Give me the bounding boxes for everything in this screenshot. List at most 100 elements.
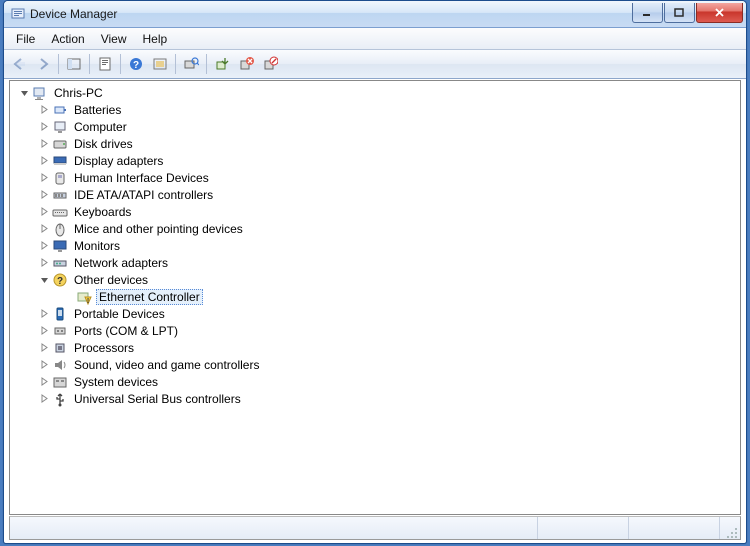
system-icon <box>52 374 68 390</box>
tree-item-label: Processors <box>72 341 136 355</box>
maximize-button[interactable] <box>664 3 695 23</box>
tree-category[interactable]: ?Other devices <box>14 271 736 288</box>
tree-category[interactable]: Monitors <box>14 237 736 254</box>
expand-icon[interactable] <box>38 171 51 184</box>
resize-grip-icon[interactable] <box>720 515 740 541</box>
device-tree-pane[interactable]: Chris-PCBatteries Computer Disk drives Disp… <box>9 80 741 515</box>
window-buttons <box>632 3 746 23</box>
forward-button[interactable] <box>32 53 54 75</box>
tree-category[interactable]: Mice and other pointing devices <box>14 220 736 237</box>
help-button[interactable]: ? <box>125 53 147 75</box>
menu-help[interactable]: Help <box>135 30 176 48</box>
tree-item-label: Computer <box>72 120 129 134</box>
toolbar-separator <box>206 54 207 74</box>
tree-category[interactable]: Human Interface Devices <box>14 169 736 186</box>
disk-icon <box>52 136 68 152</box>
tree-item-label: Ports (COM & LPT) <box>72 324 180 338</box>
expand-icon[interactable] <box>38 341 51 354</box>
hid-icon <box>52 170 68 186</box>
tree-category[interactable]: Portable Devices <box>14 305 736 322</box>
titlebar[interactable]: Device Manager <box>4 1 746 28</box>
tree-item-label: Disk drives <box>72 137 135 151</box>
mouse-icon <box>52 221 68 237</box>
window-title: Device Manager <box>30 7 117 21</box>
action-button[interactable] <box>149 53 171 75</box>
tree-category[interactable]: Disk drives <box>14 135 736 152</box>
tree-category[interactable]: Universal Serial Bus controllers <box>14 390 736 407</box>
expand-icon[interactable] <box>38 375 51 388</box>
status-pane <box>10 517 538 539</box>
tree-item-label: System devices <box>72 375 160 389</box>
tree-item-label: Portable Devices <box>72 307 167 321</box>
expand-icon[interactable] <box>38 137 51 150</box>
properties-button[interactable] <box>94 53 116 75</box>
expand-icon[interactable] <box>38 358 51 371</box>
close-button[interactable] <box>696 3 743 23</box>
tree-category[interactable]: Processors <box>14 339 736 356</box>
menu-file[interactable]: File <box>8 30 43 48</box>
cpu-icon <box>52 340 68 356</box>
tree-item-label: Mice and other pointing devices <box>72 222 245 236</box>
status-pane <box>538 517 629 539</box>
expand-icon[interactable] <box>38 120 51 133</box>
expand-icon[interactable] <box>38 188 51 201</box>
unknown-device-icon: ? <box>52 272 68 288</box>
tree-item-label: Universal Serial Bus controllers <box>72 392 243 406</box>
expand-icon[interactable] <box>38 307 51 320</box>
expand-icon[interactable] <box>38 324 51 337</box>
tree-category[interactable]: Display adapters <box>14 152 736 169</box>
statusbar <box>9 516 741 540</box>
portable-icon <box>52 306 68 322</box>
menubar: File Action View Help <box>4 28 746 50</box>
tree-category[interactable]: System devices <box>14 373 736 390</box>
svg-text:!: ! <box>87 298 89 305</box>
back-button[interactable] <box>8 53 30 75</box>
expand-icon[interactable] <box>38 103 51 116</box>
network-icon <box>52 255 68 271</box>
tree-device[interactable]: ! Ethernet Controller <box>14 288 736 305</box>
tree-item-label: Monitors <box>72 239 122 253</box>
port-icon <box>52 323 68 339</box>
display-icon <box>52 153 68 169</box>
warning-device-icon: ! <box>76 289 92 305</box>
uninstall-button[interactable] <box>235 53 257 75</box>
tree-item-label: Network adapters <box>72 256 170 270</box>
tree-category[interactable]: Network adapters <box>14 254 736 271</box>
collapse-icon[interactable] <box>38 273 51 286</box>
tree-root[interactable]: Chris-PC <box>14 84 736 101</box>
expand-icon[interactable] <box>38 205 51 218</box>
expand-icon[interactable] <box>38 392 51 405</box>
status-pane <box>629 517 720 539</box>
toolbar-separator <box>58 54 59 74</box>
collapse-icon[interactable] <box>18 86 31 99</box>
tree-category[interactable]: Sound, video and game controllers <box>14 356 736 373</box>
tree-item-label: IDE ATA/ATAPI controllers <box>72 188 215 202</box>
minimize-button[interactable] <box>632 3 663 23</box>
tree-category[interactable]: Batteries <box>14 101 736 118</box>
computer-icon <box>32 85 48 101</box>
menu-view[interactable]: View <box>93 30 135 48</box>
tree-item-label: Display adapters <box>72 154 165 168</box>
scan-hardware-button[interactable] <box>180 53 202 75</box>
tree-category[interactable]: Keyboards <box>14 203 736 220</box>
expand-icon[interactable] <box>38 222 51 235</box>
svg-text:?: ? <box>133 60 139 71</box>
tree-item-label: Keyboards <box>72 205 133 219</box>
toolbar-separator <box>175 54 176 74</box>
tree-category[interactable]: Ports (COM & LPT) <box>14 322 736 339</box>
svg-text:?: ? <box>57 276 63 287</box>
tree-item-label: Sound, video and game controllers <box>72 358 261 372</box>
tree-item-label: Ethernet Controller <box>96 289 203 305</box>
update-driver-button[interactable] <box>211 53 233 75</box>
show-hide-tree-button[interactable] <box>63 53 85 75</box>
tree-item-label: Chris-PC <box>52 86 105 100</box>
disable-button[interactable] <box>259 53 281 75</box>
expand-icon[interactable] <box>38 256 51 269</box>
tree-category[interactable]: IDE ATA/ATAPI controllers <box>14 186 736 203</box>
expand-icon[interactable] <box>38 154 51 167</box>
expand-icon[interactable] <box>38 239 51 252</box>
toolbar: ? <box>4 50 746 79</box>
tree-category[interactable]: Computer <box>14 118 736 135</box>
tree-item-label: Human Interface Devices <box>72 171 211 185</box>
menu-action[interactable]: Action <box>43 30 92 48</box>
